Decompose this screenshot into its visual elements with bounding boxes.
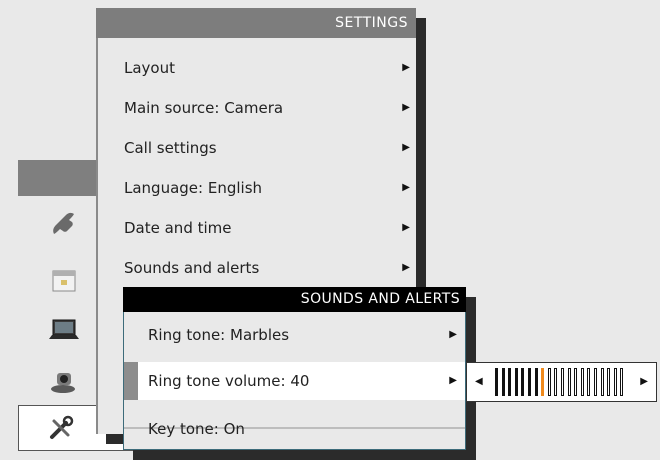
settings-item-sounds-alerts[interactable]: Sounds and alerts ▶ [124,254,414,282]
volume-segment [587,368,591,396]
volume-segment [600,368,604,396]
settings-item-layout[interactable]: Layout ▶ [124,54,414,82]
settings-item-label: Layout [124,59,175,77]
settings-item-date-time[interactable]: Date and time ▶ [124,214,414,242]
settings-item-main-source[interactable]: Main source: Camera ▶ [124,94,414,122]
sounds-item-label: Ring tone volume: 40 [148,372,310,390]
settings-item-call-settings[interactable]: Call settings ▶ [124,134,414,162]
volume-segment [620,368,624,396]
volume-segment [554,368,558,396]
volume-segment [547,368,551,396]
tools-icon [43,410,79,446]
laptop-icon[interactable] [46,312,82,348]
volume-segment [508,368,512,396]
volume-segment [594,368,597,396]
sounds-alerts-panel: SOUNDS AND ALERTS Ring tone: Marbles ▶ R… [123,287,466,450]
volume-segment [534,368,538,396]
volume-segment [613,368,617,396]
chevron-right-icon: ▶ [402,102,410,113]
chevron-right-icon: ▶ [449,329,457,340]
volume-segment [501,368,505,396]
chevron-right-icon: ▶ [402,222,410,233]
sounds-item-label: Ring tone: Marbles [148,326,290,344]
settings-item-label: Date and time [124,219,232,237]
chevron-right-icon: ▶ [449,375,457,386]
chevron-left-icon[interactable]: ◀ [475,363,483,401]
sounds-item-key-tone[interactable]: Key tone: On [124,410,465,448]
ring-volume-slider[interactable]: ◀ ▶ [466,362,657,402]
settings-item-label: Call settings [124,139,217,157]
volume-segment [607,368,611,396]
volume-segment [580,368,584,396]
volume-segment [574,368,578,396]
volume-segment [541,368,545,396]
volume-segment [495,368,498,396]
sounds-item-ring-tone[interactable]: Ring tone: Marbles ▶ [124,316,465,354]
selection-marker [124,362,138,400]
sounds-alerts-list: Ring tone: Marbles ▶ Ring tone volume: 4… [123,312,466,450]
settings-item-label: Sounds and alerts [124,259,260,277]
chevron-right-icon: ▶ [402,62,410,73]
volume-segment [514,368,518,396]
camera-icon[interactable] [46,363,82,399]
settings-item-language[interactable]: Language: English ▶ [124,174,414,202]
settings-item-label: Language: English [124,179,263,197]
chevron-right-icon: ▶ [402,142,410,153]
calendar-icon[interactable] [46,263,82,299]
sounds-item-label: Key tone: On [148,420,245,438]
chevron-right-icon: ▶ [402,182,410,193]
sounds-alerts-title: SOUNDS AND ALERTS [123,287,466,312]
settings-title: SETTINGS [96,8,416,38]
volume-segment [521,368,525,396]
chevron-right-icon: ▶ [402,262,410,273]
chevron-right-icon[interactable]: ▶ [640,363,648,401]
phone-icon[interactable] [46,208,82,244]
volume-segment [528,368,531,396]
volume-segment [561,368,564,396]
settings-item-label: Main source: Camera [124,99,284,117]
sounds-item-ring-tone-volume[interactable]: Ring tone volume: 40 ▶ [124,362,465,400]
volume-level-bar[interactable] [495,368,627,396]
volume-segment [567,368,571,396]
